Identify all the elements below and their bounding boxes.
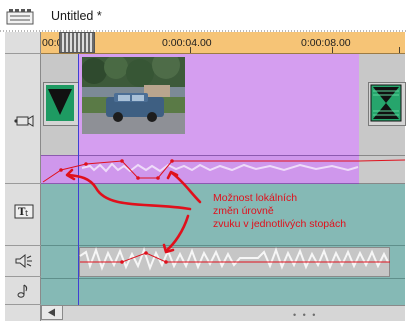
waveform-video-audio	[81, 162, 359, 173]
annotation-line-1: Možnost lokálních	[213, 192, 298, 204]
scrollbar-grip[interactable]: • • •	[293, 310, 317, 320]
volume-envelope-video	[42, 159, 406, 183]
waveform-voice-audio	[79, 247, 389, 271]
video-editor-window: Untitled * T t 00:00 0:00:04.00 0:00:08.…	[0, 0, 408, 325]
annotation-arrows	[65, 168, 202, 254]
annotation-line-2: změn úrovně	[213, 205, 274, 217]
audio-envelope-overlay	[42, 159, 406, 271]
horizontal-scrollbar[interactable]	[41, 305, 405, 321]
annotation-line-3: zvuku v jednotlivých stopách	[213, 218, 347, 230]
annotation-text: Možnost lokálních změn úrovně zvuku v je…	[213, 192, 346, 231]
scroll-left-button[interactable]	[41, 305, 63, 320]
